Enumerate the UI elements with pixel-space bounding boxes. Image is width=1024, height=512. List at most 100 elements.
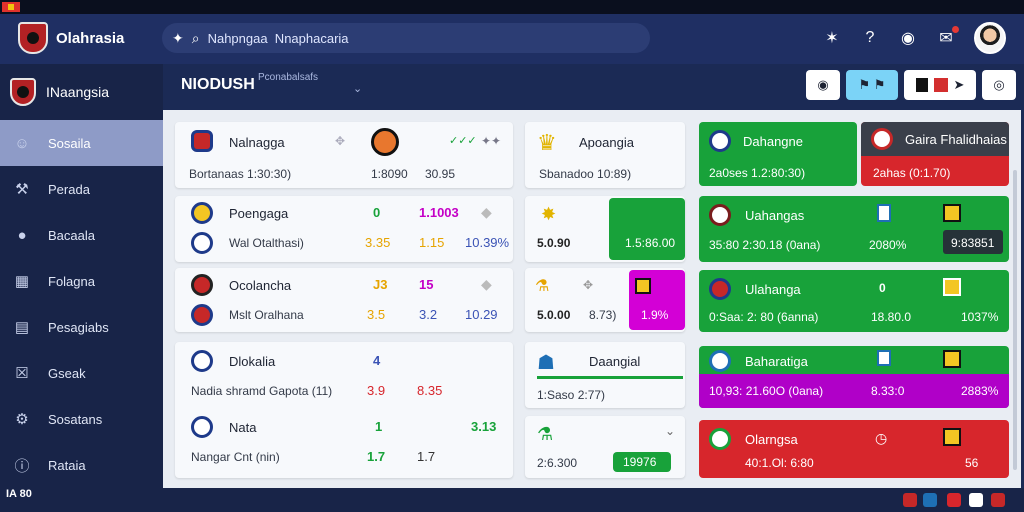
team-crest-icon xyxy=(709,204,731,226)
odds-card[interactable]: ⚗ ⌄ 2:6.300 19976 xyxy=(525,416,685,478)
team-name: Baharatiga xyxy=(745,354,808,369)
search-icon: ⌕ xyxy=(191,29,200,46)
stat-value: 30.95 xyxy=(425,167,456,181)
team-crest-icon xyxy=(191,274,213,296)
flag-icon[interactable] xyxy=(947,493,961,507)
stat-value: 1.15 xyxy=(419,235,445,250)
flag-icon xyxy=(915,78,928,92)
team-crest-icon xyxy=(943,204,961,222)
player-icon: ☗ xyxy=(537,352,555,374)
team-crest-icon xyxy=(635,278,651,294)
sidebar-item-label: Gseak xyxy=(48,365,86,381)
help-icon[interactable]: ? xyxy=(860,28,880,48)
arrow-icon: ➤ xyxy=(953,77,965,92)
section-title: NIODUSH xyxy=(181,76,255,93)
match-card[interactable]: Ulahanga 0 0:Saa: 2: 80 (6anna) 18.80.0 … xyxy=(699,270,1009,332)
match-card[interactable]: Dlokalia 4 Nadia shramd Gapota (11) 3.9 … xyxy=(175,342,513,478)
sidebar-item-label: Sosaila xyxy=(48,135,91,151)
sidebar-item[interactable]: ⓘ Rataia xyxy=(0,442,163,488)
team-crest-icon xyxy=(191,130,213,152)
flag-icon[interactable] xyxy=(903,493,917,507)
team-name: Nangar Cnt (nin) xyxy=(191,450,280,464)
odds-value: 2:6.300 xyxy=(537,456,578,470)
score: 0 xyxy=(373,205,381,220)
sidebar-item[interactable]: ▤ Pesagiabs xyxy=(0,304,163,350)
odds-button[interactable]: 19976 xyxy=(613,452,671,472)
odds-button[interactable]: 1.5:86.00 xyxy=(609,198,685,260)
pin-icon[interactable]: ✥ xyxy=(335,134,345,148)
stat-value: 8.33:0 xyxy=(871,384,905,398)
diamond-icon[interactable]: ◆ xyxy=(481,204,492,221)
match-card[interactable]: Gaira Fhalidhaias 2ahas (0:1.70) xyxy=(861,122,1009,186)
match-card[interactable]: Nalnagga ✥ ✓✓✓ ✦✦ Bortanaas 1:30:30) 1:8… xyxy=(175,122,513,188)
scrollbar[interactable] xyxy=(1013,170,1017,470)
team-name: Nadia shramd Gapota (11) xyxy=(191,384,333,398)
stat-badge: 9:83851 xyxy=(943,230,1003,254)
odds-card[interactable]: ✸ 5.0.90 1.5:86.00 xyxy=(525,196,685,262)
settings-button[interactable]: ◎ xyxy=(982,70,1016,100)
team-name: Dahangne xyxy=(743,134,803,149)
stat-value: 2883% xyxy=(961,384,999,398)
sidebar-item-label: Bacaala xyxy=(48,227,95,243)
match-info: 40:1.Ol: 6:80 xyxy=(745,456,814,470)
live-icon: ✓✓✓ xyxy=(449,135,477,147)
pin-icon[interactable]: ✥ xyxy=(583,278,593,292)
team-name: Olarngsa xyxy=(745,432,798,447)
team-crest-icon xyxy=(943,278,961,296)
app-title: Olahrasia xyxy=(56,29,125,47)
flag-icon xyxy=(2,2,20,12)
target-button[interactable]: ◉ xyxy=(806,70,840,100)
team-crest-icon xyxy=(371,128,399,156)
chevron-down-icon[interactable]: ⌄ xyxy=(665,424,675,438)
search-bar[interactable]: ✦ ⌕ xyxy=(162,23,650,53)
sidebar-item[interactable]: ⚙ Sosatans xyxy=(0,396,163,442)
odds: 15 xyxy=(419,277,434,292)
team-name: Ulahanga xyxy=(745,282,801,297)
match-card[interactable]: ♛ Apoangia Sbanadoo 10:89) xyxy=(525,122,685,188)
team-name: Apoangia xyxy=(579,135,634,150)
sidebar-footer: IA 80 xyxy=(6,488,32,500)
stat-value: 3.9 xyxy=(367,383,386,398)
search-input[interactable] xyxy=(207,30,588,46)
diamond-icon[interactable]: ◆ xyxy=(481,276,492,293)
team-crest-icon xyxy=(877,204,891,222)
team-crest-icon xyxy=(709,428,731,450)
stat-value: 1.7 xyxy=(367,449,386,464)
match-card[interactable]: Olarngsa ◷ 40:1.Ol: 6:80 56 xyxy=(699,420,1009,478)
notification-icon[interactable]: ✉ xyxy=(936,26,959,48)
sidebar-item[interactable]: ⚒ Perada xyxy=(0,166,163,212)
sidebar-item[interactable]: ☒ Gseak xyxy=(0,350,163,396)
bottom-strip xyxy=(163,488,1024,512)
brand[interactable]: Olahrasia xyxy=(18,22,124,54)
sidebar-item[interactable]: ● Bacaala xyxy=(0,212,163,258)
score: 1 xyxy=(375,419,383,434)
match-card[interactable]: Ocolancha J3 15 ◆ Mslt Oralhana 3.5 3.2 … xyxy=(175,268,513,332)
avatar[interactable] xyxy=(974,22,1006,54)
flag-icon[interactable] xyxy=(991,493,1005,507)
chat-icon[interactable]: ◉ xyxy=(898,28,918,48)
stat-value: 1.7 xyxy=(417,449,436,464)
chevron-down-icon[interactable]: ⌄ xyxy=(353,82,362,95)
match-info: 10,93: 21.60O (0ana) xyxy=(709,384,824,398)
match-card[interactable]: Uahangas 35:80 2:30.18 (0ana) 2080% 9:83… xyxy=(699,196,1009,262)
match-info: 2a0ses 1.2:80:30) xyxy=(709,166,806,180)
share-icon[interactable]: ✦✦ xyxy=(481,134,501,148)
sidebar-item-label: Folagna xyxy=(48,273,95,289)
team-crest-icon xyxy=(943,428,961,446)
odds-button[interactable]: 1.9% xyxy=(629,270,685,330)
odds-card[interactable]: ⚗ ✥ 5.0.00 8.73) 1.9% xyxy=(525,268,685,332)
match-card[interactable]: Poengaga 0 1.1003 ◆ Wal Otalthasi) 3.35 … xyxy=(175,196,513,262)
team-name: Poengaga xyxy=(229,206,289,221)
flag-icon[interactable] xyxy=(923,493,937,507)
sidebar-item[interactable]: ▦ Folagna xyxy=(0,258,163,304)
star-icon[interactable]: ✶ xyxy=(822,28,842,48)
match-card[interactable]: Baharatiga 10,93: 21.60O (0ana) 8.33:0 2… xyxy=(699,346,1009,408)
flag-icon[interactable] xyxy=(969,493,983,507)
flags-button[interactable]: ➤ xyxy=(904,70,976,100)
match-card[interactable]: ☗ Daangial 1:Saso 2:77) xyxy=(525,342,685,408)
filter-button[interactable]: ⚑ ⚑ xyxy=(846,70,898,100)
team-name: Nata xyxy=(229,420,257,435)
match-card[interactable]: Dahangne 2a0ses 1.2:80:30) xyxy=(699,122,857,186)
team-crest-icon xyxy=(877,350,891,366)
sidebar-item[interactable]: ☺ Sosaila xyxy=(0,120,163,166)
